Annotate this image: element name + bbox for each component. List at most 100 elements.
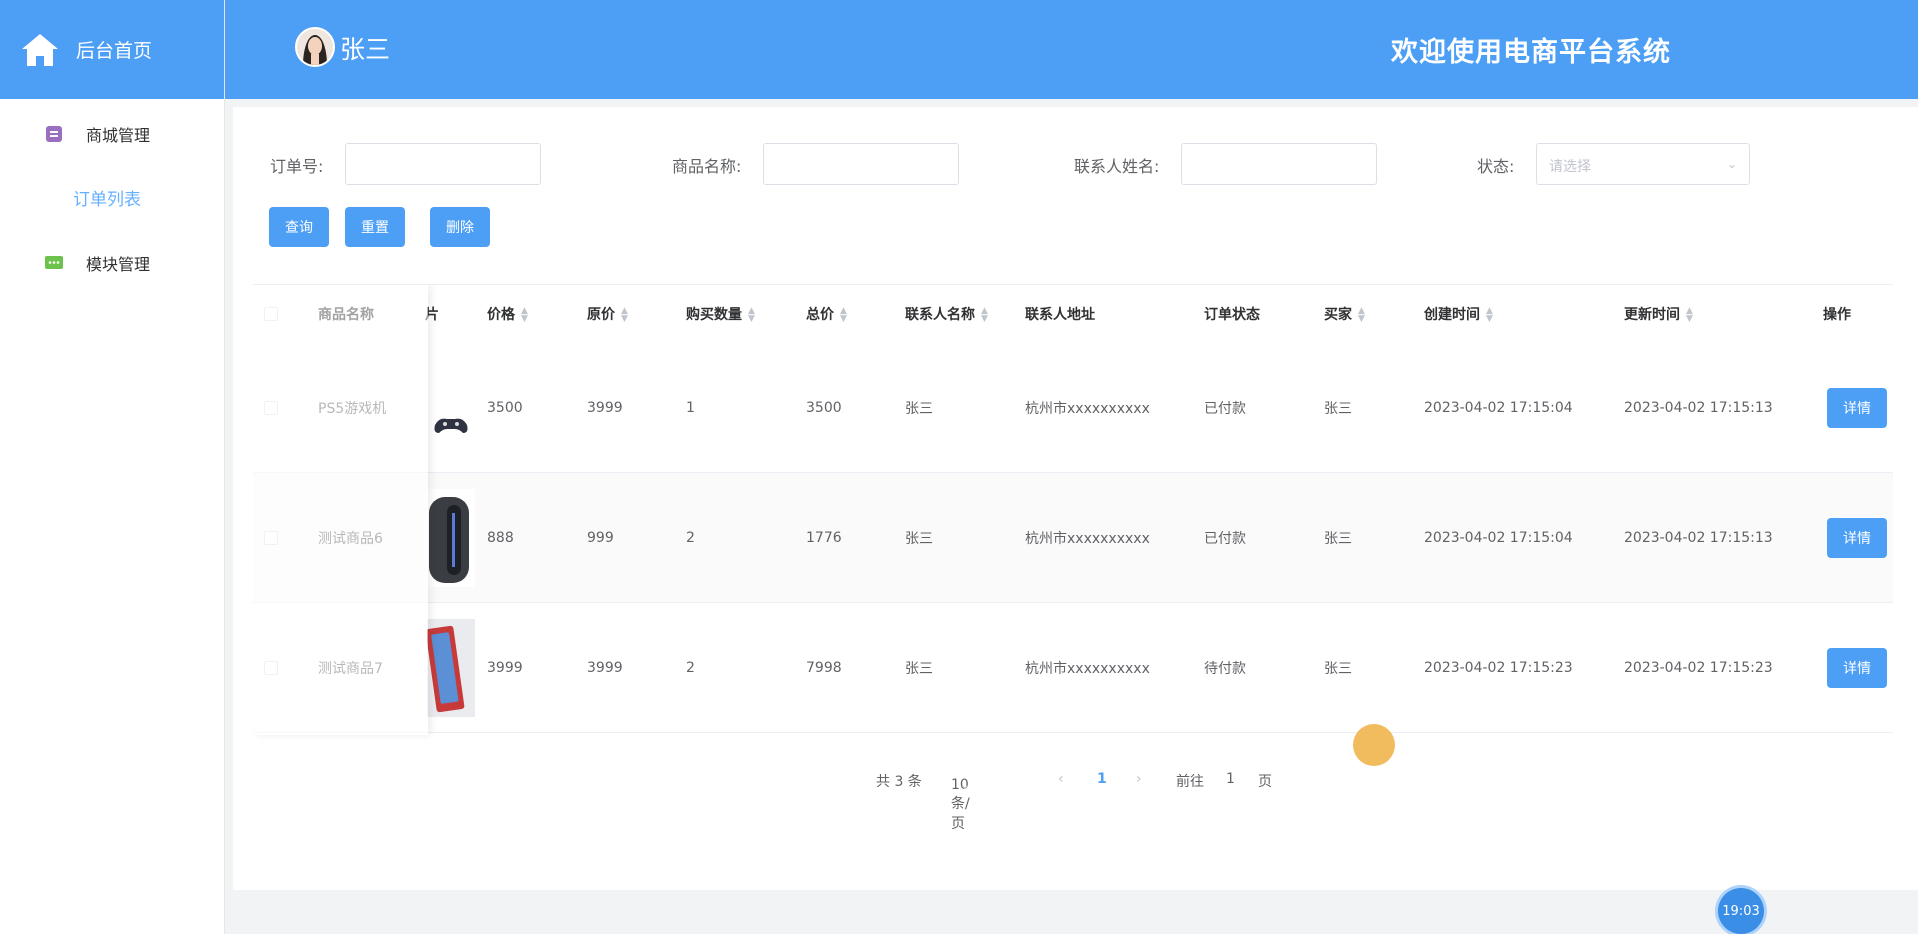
chevron-down-icon: ⌄ [959, 777, 971, 793]
menu-group-label: 商城管理 [86, 126, 151, 145]
contact-name-label: 联系人姓名: [1074, 157, 1160, 176]
col-qty[interactable]: 购买数量 ▲ ▼ [686, 304, 755, 324]
main-content: 订单号: 商品名称: 联系人姓名: 状态: 请选择 ⌄ 查询 重置 删除 商品名… [233, 107, 1918, 890]
col-total[interactable]: 总价 ▲ ▼ [806, 304, 847, 324]
cell-buyer: 张三 [1324, 530, 1352, 547]
menu-group-module[interactable]: 模块管理 [0, 231, 224, 295]
cell-updated: 2023-04-02 17:15:23 [1624, 659, 1773, 676]
sort-icon[interactable]: ▲ ▼ [1686, 307, 1693, 324]
cell-status: 待付款 [1204, 660, 1246, 677]
cell-contact-name: 张三 [905, 660, 933, 677]
col-contact-name[interactable]: 联系人名称 ▲ ▼ [905, 304, 988, 324]
cell-contact-addr: 杭州市xxxxxxxxxx [1025, 660, 1150, 677]
cell-name: PS5游戏机 [318, 400, 387, 417]
order-no-label: 订单号: [270, 157, 324, 176]
product-name-input[interactable] [763, 143, 959, 185]
detail-button[interactable]: 详情 [1827, 647, 1887, 688]
cell-created: 2023-04-02 17:15:23 [1424, 659, 1573, 676]
username[interactable]: 张三 [340, 30, 390, 66]
row-checkbox[interactable] [264, 660, 278, 675]
prev-page-icon[interactable]: ‹ [1058, 771, 1064, 787]
col-contact-name-label: 联系人名称 [905, 307, 975, 323]
cell-contact-name: 张三 [905, 530, 933, 547]
col-total-label: 总价 [806, 307, 834, 323]
col-status: 订单状态 [1204, 307, 1260, 323]
col-qty-label: 购买数量 [686, 307, 742, 323]
goto-page-input[interactable]: 1 [1226, 771, 1235, 787]
product-thumbnail [427, 613, 475, 723]
product-thumbnail [427, 353, 475, 463]
sort-icon[interactable]: ▲ ▼ [748, 307, 755, 324]
sort-icon[interactable]: ▲ ▼ [621, 307, 628, 324]
col-price[interactable]: 价格 ▲ ▼ [487, 304, 528, 324]
avatar[interactable] [295, 27, 335, 67]
page-number-current[interactable]: 1 [1097, 771, 1107, 787]
col-orig-price[interactable]: 原价 ▲ ▼ [587, 304, 628, 324]
cell-qty: 2 [686, 659, 695, 676]
cell-total: 1776 [806, 529, 842, 546]
sort-icon[interactable]: ▲ ▼ [840, 307, 847, 324]
cell-qty: 1 [686, 399, 695, 416]
detail-button[interactable]: 详情 [1827, 517, 1887, 558]
sort-icon[interactable]: ▲ ▼ [981, 307, 988, 324]
reset-button[interactable]: 重置 [345, 207, 405, 247]
col-buyer[interactable]: 买家 ▲ ▼ [1324, 304, 1365, 324]
mouse-cursor-highlight [1353, 724, 1395, 766]
cell-total: 7998 [806, 659, 842, 676]
col-op: 操作 [1823, 307, 1851, 323]
submenu-label: 订单列表 [73, 189, 141, 210]
submenu-order-list[interactable]: 订单列表 [0, 166, 224, 228]
product-thumbnail [427, 483, 475, 593]
status-select[interactable]: 请选择 ⌄ [1536, 143, 1750, 185]
pagination-total: 共 3 条 [876, 774, 922, 790]
store-icon [44, 124, 64, 144]
col-buyer-label: 买家 [1324, 307, 1352, 323]
menu-group-store[interactable]: 商城管理 [0, 102, 224, 166]
col-contact-addr: 联系人地址 [1025, 307, 1095, 323]
clock-badge: 19:03 [1718, 888, 1764, 934]
detail-button[interactable]: 详情 [1827, 387, 1887, 428]
cell-price: 888 [487, 529, 514, 546]
cell-total: 3500 [806, 399, 842, 416]
cell-buyer: 张三 [1324, 400, 1352, 417]
order-table: 商品名称 片 价格 ▲ ▼ 原价 ▲ ▼ 购买数量 ▲ ▼ 总价 ▲ ▼ 联系人名称 ▲ ▼ 联系人… [253, 284, 1893, 744]
table-row: 测试商品6 888 999 2 1776 张三 杭州市xxxxxxxxxx 已付… [253, 473, 1893, 603]
product-name-label: 商品名称: [672, 157, 742, 176]
cell-name: 测试商品6 [318, 530, 383, 547]
cell-price: 3999 [487, 659, 523, 676]
brand-label: 后台首页 [76, 40, 153, 62]
sort-icon[interactable]: ▲ ▼ [521, 307, 528, 324]
col-updated[interactable]: 更新时间 ▲ ▼ [1624, 304, 1693, 324]
contact-name-input[interactable] [1181, 143, 1377, 185]
delete-button[interactable]: 删除 [430, 207, 490, 247]
status-placeholder: 请选择 [1549, 159, 1591, 175]
col-updated-label: 更新时间 [1624, 307, 1680, 323]
col-created[interactable]: 创建时间 ▲ ▼ [1424, 304, 1493, 324]
sort-icon[interactable]: ▲ ▼ [1486, 307, 1493, 324]
status-label: 状态: [1477, 157, 1515, 176]
cell-status: 已付款 [1204, 400, 1246, 417]
sort-icon[interactable]: ▲ ▼ [1358, 307, 1365, 324]
row-checkbox[interactable] [264, 530, 278, 545]
next-page-icon[interactable]: › [1136, 771, 1142, 787]
cell-buyer: 张三 [1324, 660, 1352, 677]
search-form: 订单号: 商品名称: 联系人姓名: 状态: 请选择 ⌄ [233, 143, 1918, 185]
cell-updated: 2023-04-02 17:15:13 [1624, 399, 1773, 416]
menu-group-label: 模块管理 [86, 255, 151, 274]
cell-created: 2023-04-02 17:15:04 [1424, 399, 1573, 416]
cell-contact-addr: 杭州市xxxxxxxxxx [1025, 400, 1150, 417]
page-suffix: 页 [1258, 774, 1272, 790]
order-no-input[interactable] [345, 143, 541, 185]
row-checkbox[interactable] [264, 400, 278, 415]
cell-updated: 2023-04-02 17:15:13 [1624, 529, 1773, 546]
col-name: 商品名称 [318, 307, 374, 323]
col-created-label: 创建时间 [1424, 307, 1480, 323]
table-row: 测试商品7 3999 3999 2 7998 张三 杭州市xxxxxxxxxx … [253, 603, 1893, 733]
sidebar-home-link[interactable]: 后台首页 [0, 0, 224, 99]
select-all-checkbox[interactable] [264, 307, 278, 321]
table-row: PS5游戏机 3500 3999 1 3500 张三 杭州市xxxxxxxxxx… [253, 343, 1893, 473]
cell-qty: 2 [686, 529, 695, 546]
cell-created: 2023-04-02 17:15:04 [1424, 529, 1573, 546]
query-button[interactable]: 查询 [269, 207, 329, 247]
cell-orig-price: 3999 [587, 659, 623, 676]
